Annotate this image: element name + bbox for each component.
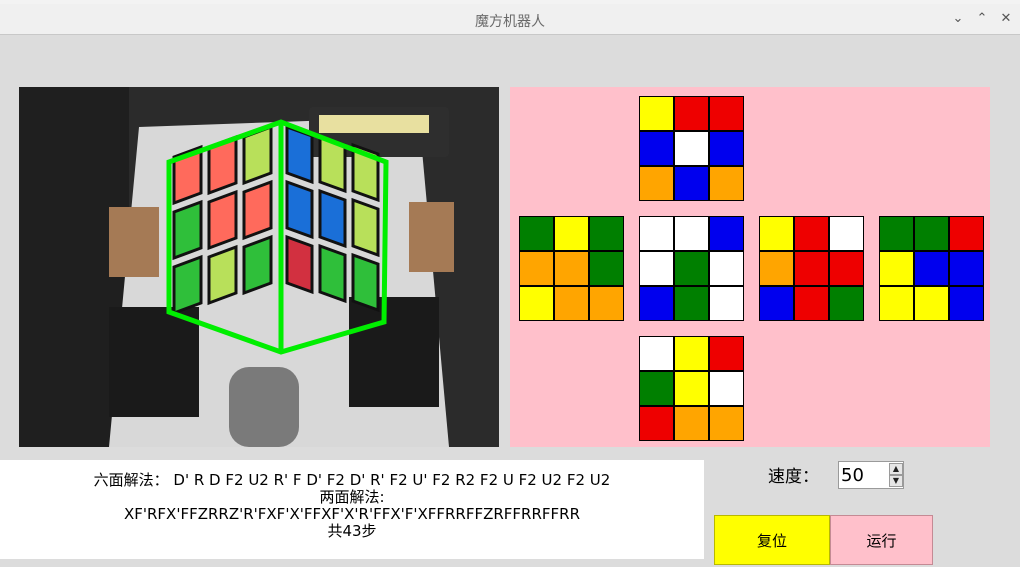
face-left-sticker-1 <box>554 216 589 251</box>
face-back-sticker-0 <box>879 216 914 251</box>
face-left <box>519 216 624 321</box>
cube-net-panel <box>510 87 990 447</box>
face-right-sticker-5 <box>829 251 864 286</box>
face-right-sticker-6 <box>759 286 794 321</box>
face-down-sticker-8 <box>709 406 744 441</box>
speed-value[interactable]: 50 <box>841 465 864 486</box>
face-left-sticker-2 <box>589 216 624 251</box>
face-back-sticker-4 <box>914 251 949 286</box>
face-left-sticker-0 <box>519 216 554 251</box>
title-bar: 魔方机器人 ⌄ ⌃ ✕ <box>0 4 1020 35</box>
face-front-sticker-0 <box>639 216 674 251</box>
face-up-sticker-8 <box>709 166 744 201</box>
face-back-sticker-3 <box>879 251 914 286</box>
face-front-sticker-6 <box>639 286 674 321</box>
camera-right-sticker-6 <box>285 234 314 295</box>
face-left-sticker-7 <box>554 286 589 321</box>
camera-right-sticker-8 <box>351 252 380 313</box>
face-down-sticker-1 <box>674 336 709 371</box>
face-down-sticker-7 <box>674 406 709 441</box>
face-up-sticker-7 <box>674 166 709 201</box>
face-up-sticker-0 <box>639 96 674 131</box>
face-left-sticker-3 <box>519 251 554 286</box>
face-right-sticker-8 <box>829 286 864 321</box>
camera-left-sticker-3 <box>172 199 203 261</box>
face-right-sticker-1 <box>794 216 829 251</box>
speed-up-arrow-icon[interactable]: ▲ <box>889 463 903 475</box>
face-up-sticker-1 <box>674 96 709 131</box>
six-face-solution: 六面解法： D' R D F2 U2 R' F D' F2 D' R' F2 U… <box>93 471 611 489</box>
camera-left-sticker-8 <box>242 234 273 296</box>
face-back-sticker-8 <box>949 286 984 321</box>
face-front-sticker-4 <box>674 251 709 286</box>
face-back-sticker-7 <box>914 286 949 321</box>
camera-image <box>19 87 499 447</box>
face-back-sticker-5 <box>949 251 984 286</box>
camera-left-sticker-6 <box>172 254 203 316</box>
face-left-sticker-8 <box>589 286 624 321</box>
face-right-sticker-0 <box>759 216 794 251</box>
face-front-sticker-1 <box>674 216 709 251</box>
face-back-sticker-6 <box>879 286 914 321</box>
face-up-sticker-2 <box>709 96 744 131</box>
face-front-sticker-7 <box>674 286 709 321</box>
face-down-sticker-3 <box>639 371 674 406</box>
window-title: 魔方机器人 <box>475 14 545 30</box>
face-right <box>759 216 864 321</box>
face-down-sticker-2 <box>709 336 744 371</box>
camera-right-sticker-5 <box>351 197 380 258</box>
face-up-sticker-6 <box>639 166 674 201</box>
face-up <box>639 96 744 201</box>
face-up-sticker-4 <box>674 131 709 166</box>
face-down-sticker-4 <box>674 371 709 406</box>
face-down <box>639 336 744 441</box>
face-front-sticker-8 <box>709 286 744 321</box>
face-left-sticker-5 <box>589 251 624 286</box>
face-right-sticker-4 <box>794 251 829 286</box>
face-front-sticker-5 <box>709 251 744 286</box>
face-right-sticker-3 <box>759 251 794 286</box>
face-up-sticker-5 <box>709 131 744 166</box>
face-back-sticker-1 <box>914 216 949 251</box>
face-front <box>639 216 744 321</box>
face-back <box>879 216 984 321</box>
step-count: 共43步 <box>327 522 377 540</box>
camera-view <box>19 87 499 447</box>
face-front-sticker-2 <box>709 216 744 251</box>
speed-down-arrow-icon[interactable]: ▼ <box>889 475 903 487</box>
face-right-sticker-2 <box>829 216 864 251</box>
camera-right-sticker-4 <box>318 188 347 249</box>
camera-left-sticker-4 <box>207 189 238 251</box>
face-right-sticker-7 <box>794 286 829 321</box>
face-down-sticker-0 <box>639 336 674 371</box>
minimize-icon[interactable]: ⌄ <box>950 11 966 27</box>
speed-label: 速度： <box>768 467 819 487</box>
face-left-sticker-6 <box>519 286 554 321</box>
face-back-sticker-2 <box>949 216 984 251</box>
solution-panel: 六面解法： D' R D F2 U2 R' F D' F2 D' R' F2 U… <box>0 460 704 559</box>
camera-right-sticker-7 <box>318 243 347 304</box>
face-up-sticker-3 <box>639 131 674 166</box>
close-icon[interactable]: ✕ <box>998 11 1014 27</box>
reset-button[interactable]: 复位 <box>714 515 830 565</box>
camera-right-sticker-0 <box>285 124 314 185</box>
two-face-label: 两面解法: <box>319 488 385 506</box>
face-front-sticker-3 <box>639 251 674 286</box>
face-down-sticker-5 <box>709 371 744 406</box>
camera-right-sticker-3 <box>285 179 314 240</box>
face-down-sticker-6 <box>639 406 674 441</box>
face-left-sticker-4 <box>554 251 589 286</box>
maximize-icon[interactable]: ⌃ <box>974 11 990 27</box>
camera-left-sticker-7 <box>207 244 238 306</box>
speed-spinbox[interactable]: 50 ▲ ▼ <box>838 461 904 489</box>
run-button[interactable]: 运行 <box>830 515 933 565</box>
two-face-solution: XF'RFX'FFZRRZ'R'FXF'X'FFXF'X'R'FFX'F'XFF… <box>123 505 581 523</box>
camera-left-sticker-5 <box>242 179 273 241</box>
